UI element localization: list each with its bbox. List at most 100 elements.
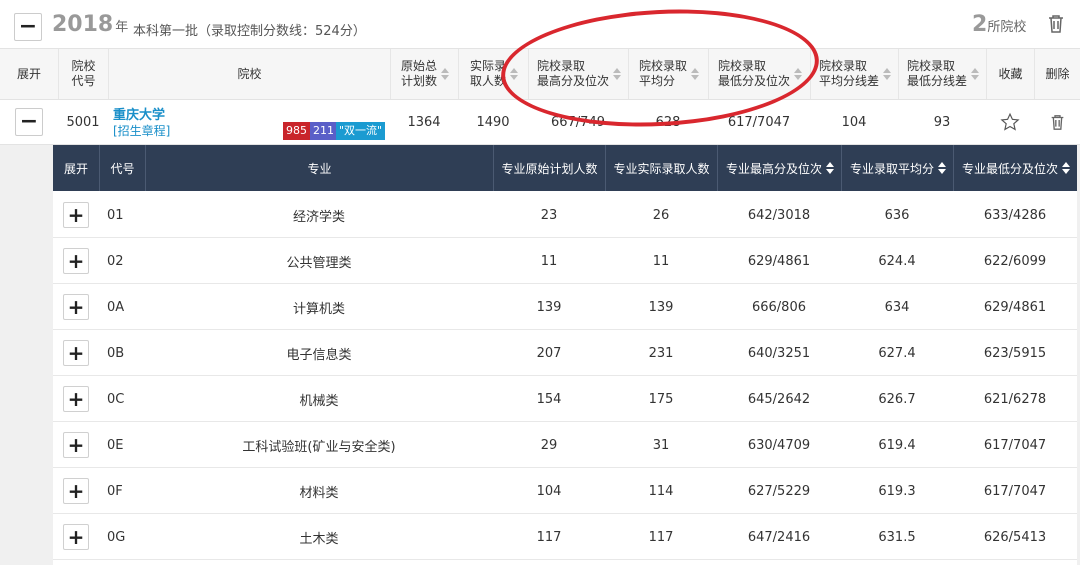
col-plan[interactable]: 原始总 计划数 [390, 49, 458, 99]
col-avg-diff-line1: 院校录取 [818, 59, 867, 73]
table-row: + 0F 材料类 104 114 627/5229 619.3 617/7047 [53, 468, 1077, 514]
major-min: 623/5915 [983, 345, 1047, 361]
expand-major-button[interactable]: + [63, 432, 89, 458]
major-code: 0F [107, 483, 123, 499]
major-plan: 23 [540, 207, 558, 223]
major-actual: 139 [648, 299, 674, 315]
table-row: + 0C 机械类 154 175 645/2642 626.7 621/6278 [53, 376, 1077, 422]
col-expand: 展开 [16, 66, 41, 81]
indent-gutter [0, 145, 53, 565]
major-col-max[interactable]: 专业最高分及位次 [717, 145, 841, 191]
col-school-code-line2: 代号 [71, 74, 96, 88]
year-batch-bar: − 2018 年 本科第一批（录取控制分数线：524分） 2所院校 [0, 0, 1080, 49]
expand-major-button[interactable]: + [63, 340, 89, 366]
major-name: 工科试验班(矿业与安全类) [242, 439, 396, 455]
year-title: 2018 年 [52, 12, 128, 37]
major-name: 材料类 [299, 485, 339, 501]
major-max: 666/806 [751, 299, 806, 315]
table-row: + 01 经济学类 23 26 642/3018 636 633/4286 [53, 192, 1077, 238]
sort-icon [510, 66, 518, 82]
year-value: 2018 [52, 12, 114, 37]
plus-icon: + [67, 387, 85, 411]
col-min-line1: 院校录取 [717, 59, 766, 73]
trash-icon[interactable] [1047, 14, 1065, 39]
major-name: 土木类 [299, 531, 339, 547]
collapse-year-button[interactable]: − [14, 13, 42, 41]
col-min[interactable]: 院校录取 最低分及位次 [708, 49, 810, 99]
col-actual[interactable]: 实际录 取人数 [458, 49, 528, 99]
major-min: 622/6099 [983, 253, 1047, 269]
delete-school-button[interactable] [1034, 100, 1080, 144]
expand-major-button[interactable]: + [63, 294, 89, 320]
plus-icon: + [67, 295, 85, 319]
major-avg: 634 [884, 299, 910, 315]
major-code: 01 [107, 207, 124, 223]
plus-icon: + [67, 479, 85, 503]
major-col-code: 代号 [99, 145, 145, 191]
major-plan: 29 [540, 437, 558, 453]
major-col-name: 专业 [145, 145, 493, 191]
major-actual: 31 [652, 437, 670, 453]
major-name: 机械类 [299, 393, 339, 409]
major-avg: 619.3 [878, 483, 916, 499]
major-max: 629/4861 [747, 253, 811, 269]
sort-icon [794, 66, 802, 82]
major-min: 617/7047 [983, 437, 1047, 453]
major-min: 621/6278 [983, 391, 1047, 407]
major-name: 电子信息类 [286, 347, 352, 363]
plus-icon: + [67, 433, 85, 457]
major-actual: 26 [652, 207, 670, 223]
major-plan: 117 [536, 529, 562, 545]
major-plan: 11 [540, 253, 558, 269]
sort-icon [613, 66, 621, 82]
col-avg-diff[interactable]: 院校录取 平均分线差 [810, 49, 898, 99]
plus-icon: + [67, 249, 85, 273]
major-avg: 619.4 [878, 437, 916, 453]
admission-rules-link[interactable]: [招生章程] [113, 122, 170, 139]
table-row: + 0E 工科试验班(矿业与安全类) 29 31 630/4709 619.4 … [53, 422, 1077, 468]
major-actual: 114 [648, 483, 674, 499]
major-code: 0C [107, 391, 125, 407]
sort-icon [826, 160, 834, 176]
trash-icon [1051, 114, 1063, 130]
col-max-line1: 院校录取 [536, 59, 585, 73]
sort-icon [691, 66, 699, 82]
major-col-actual: 专业实际录取人数 [605, 145, 717, 191]
major-code: 0G [107, 529, 126, 545]
major-col-avg[interactable]: 专业录取平均分 [841, 145, 953, 191]
expand-major-button[interactable]: + [63, 478, 89, 504]
major-code: 0A [107, 299, 125, 315]
badge-985: 985 [283, 122, 310, 140]
sort-icon [441, 66, 449, 82]
school-max: 667/749 [550, 114, 605, 130]
col-max[interactable]: 院校录取 最高分及位次 [528, 49, 628, 99]
batch-label: 本科第一批（录取控制分数线：524分） [133, 24, 366, 39]
col-school-code-line1: 院校 [71, 59, 96, 73]
minus-icon: − [18, 14, 38, 39]
expand-major-button[interactable]: + [63, 202, 89, 228]
badge-211: 211 [310, 122, 337, 140]
sort-icon [1062, 160, 1070, 176]
expand-major-button[interactable]: + [63, 248, 89, 274]
major-plan: 139 [536, 299, 562, 315]
major-avg: 624.4 [878, 253, 916, 269]
col-avg-line1: 院校录取 [638, 59, 687, 73]
col-actual-line1: 实际录 [469, 59, 506, 73]
major-col-min[interactable]: 专业最低分及位次 [953, 145, 1077, 191]
school-min: 617/7047 [727, 114, 791, 130]
col-school-code[interactable]: 院校 代号 [58, 49, 108, 99]
col-avg[interactable]: 院校录取 平均分 [628, 49, 708, 99]
table-row: + 0A 计算机类 139 139 666/806 634 629/4861 [53, 284, 1077, 330]
expand-major-button[interactable]: + [63, 386, 89, 412]
school-name[interactable]: 重庆大学 [113, 104, 165, 123]
col-min-diff[interactable]: 院校录取 最低分线差 [898, 49, 986, 99]
major-max: 647/2416 [747, 529, 811, 545]
school-actual: 1490 [476, 114, 510, 130]
favorite-button[interactable] [986, 100, 1034, 144]
major-actual: 11 [652, 253, 670, 269]
expand-major-button[interactable]: + [63, 524, 89, 550]
collapse-school-button[interactable]: − [15, 108, 43, 136]
major-table-header: 展开 代号 专业 专业原始计划人数 专业实际录取人数 专业最高分及位次 专业录取… [53, 145, 1077, 191]
major-col-expand: 展开 [63, 161, 88, 176]
sort-icon [883, 66, 891, 82]
